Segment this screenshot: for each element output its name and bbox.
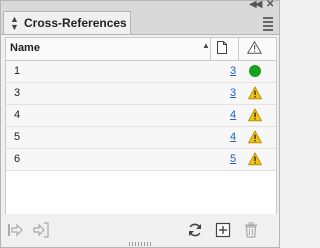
status-column-icon[interactable] (247, 41, 262, 54)
tab-title: Cross-References (24, 16, 127, 30)
tab-expand-icon[interactable]: ▲ ▼ (10, 15, 19, 32)
table-row[interactable]: 4 4 (6, 105, 276, 127)
collapse-panel-icon[interactable]: ◀◀ (249, 0, 262, 11)
tab-cross-references[interactable]: ▲ ▼ Cross-References (3, 11, 131, 34)
column-header-name[interactable]: Name (10, 42, 40, 54)
close-panel-icon[interactable]: ✕ (266, 0, 274, 11)
warning-status-icon (248, 152, 262, 166)
cross-references-table: Name ▲ 1 3 3 3 4 4 5 4 6 5 (5, 37, 277, 215)
delete-icon[interactable] (243, 222, 259, 238)
cross-references-panel: ◀◀ ✕ ▲ ▼ Cross-References Name ▲ 1 3 3 3… (0, 0, 280, 248)
table-row[interactable]: 1 3 (6, 61, 276, 83)
warning-status-icon (248, 130, 262, 144)
row-name: 1 (14, 65, 21, 77)
new-cross-reference-icon[interactable] (215, 222, 231, 238)
resize-grip[interactable] (129, 242, 153, 246)
table-header: Name ▲ (6, 38, 276, 61)
page-column-icon[interactable] (217, 41, 227, 54)
go-to-destination-icon[interactable] (33, 222, 49, 238)
row-name: 5 (14, 131, 21, 143)
warning-status-icon (248, 108, 262, 122)
warning-status-icon (248, 86, 262, 100)
tab-strip: ▲ ▼ Cross-References (1, 11, 279, 35)
update-icon[interactable] (187, 222, 203, 238)
table-row[interactable]: 3 3 (6, 83, 276, 105)
page-link[interactable]: 3 (230, 65, 236, 77)
panel-topbar: ◀◀ ✕ (1, 0, 279, 11)
row-name: 4 (14, 109, 21, 121)
page-link[interactable]: 4 (230, 131, 236, 143)
panel-footer (1, 214, 279, 247)
sort-ascending-icon[interactable]: ▲ (202, 41, 210, 50)
table-row[interactable]: 6 5 (6, 149, 276, 171)
row-name: 6 (14, 153, 21, 165)
page-link[interactable]: 3 (230, 87, 236, 99)
column-divider[interactable] (238, 38, 239, 60)
ok-status-icon (248, 64, 262, 78)
go-to-source-icon[interactable] (7, 222, 23, 238)
column-divider[interactable] (210, 38, 211, 60)
row-name: 3 (14, 87, 21, 99)
page-link[interactable]: 5 (230, 153, 236, 165)
table-row[interactable]: 5 4 (6, 127, 276, 149)
page-link[interactable]: 4 (230, 109, 236, 121)
panel-menu-icon[interactable] (263, 17, 273, 33)
